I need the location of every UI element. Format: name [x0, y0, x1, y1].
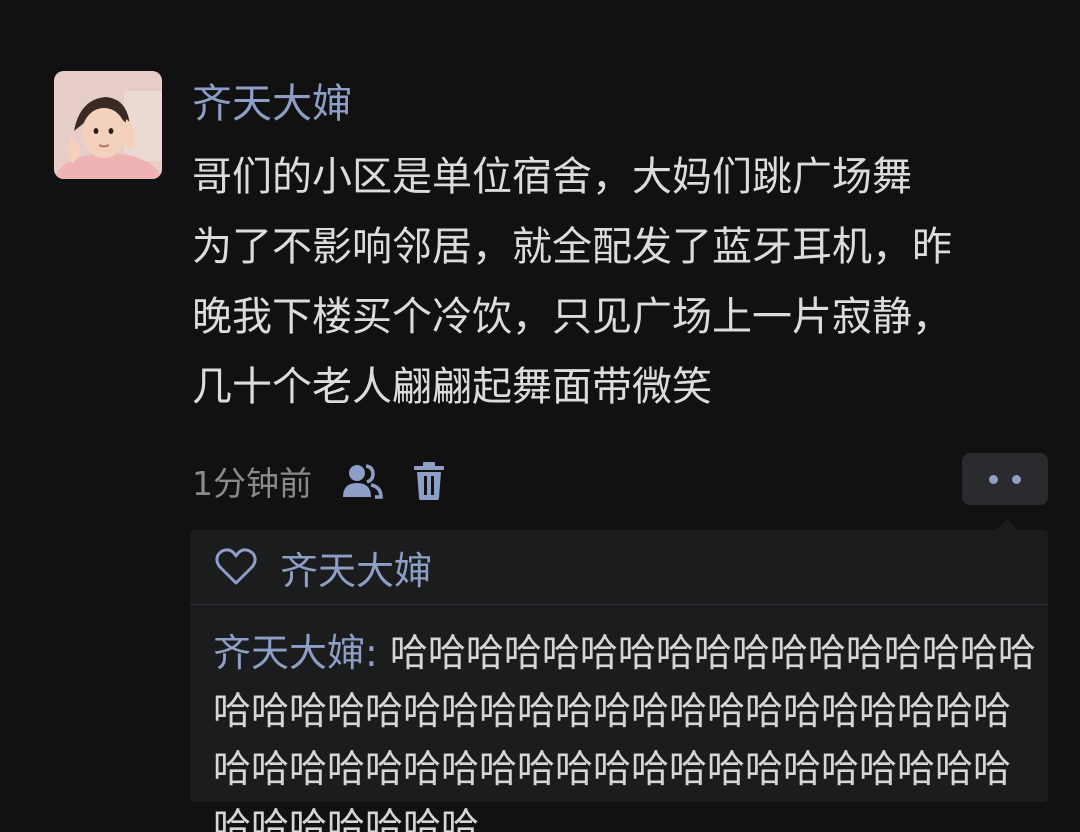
- post-content: 哥们的小区是单位宿舍，大妈们跳广场舞 为了不影响邻居，就全配发了蓝牙耳机，昨 晚…: [192, 154, 952, 410]
- trash-icon[interactable]: [412, 461, 446, 501]
- people-icon[interactable]: [340, 461, 384, 501]
- moments-post: 齐天大婶 哥们的小区是单位宿舍，大妈们跳广场舞 为了不影响邻居，就全配发了蓝牙耳…: [0, 0, 1080, 832]
- divider: [190, 604, 1048, 605]
- post-meta-row: 1分钟前: [192, 456, 446, 506]
- interaction-panel: 齐天大婶 齐天大婶: 哈哈哈哈哈哈哈哈哈哈哈哈哈哈哈哈哈哈哈哈哈哈哈哈哈哈哈哈哈…: [190, 519, 1048, 832]
- comment-author[interactable]: 齐天大婶: [213, 631, 365, 675]
- likes-row: 齐天大婶: [190, 530, 1048, 604]
- avatar-photo: [54, 71, 162, 179]
- avatar[interactable]: [54, 71, 162, 179]
- heart-icon: [214, 547, 258, 587]
- comment-separator: :: [365, 631, 390, 675]
- post-author-name[interactable]: 齐天大婶: [192, 76, 352, 132]
- post-timestamp: 1分钟前: [192, 464, 312, 503]
- more-dots-icon: [989, 474, 998, 484]
- liker-name[interactable]: 齐天大婶: [280, 540, 432, 595]
- more-actions-button[interactable]: [962, 453, 1048, 505]
- comment-item[interactable]: 齐天大婶: 哈哈哈哈哈哈哈哈哈哈哈哈哈哈哈哈哈哈哈哈哈哈哈哈哈哈哈哈哈哈哈哈哈哈…: [213, 624, 1038, 832]
- more-dots-icon: [1012, 474, 1021, 484]
